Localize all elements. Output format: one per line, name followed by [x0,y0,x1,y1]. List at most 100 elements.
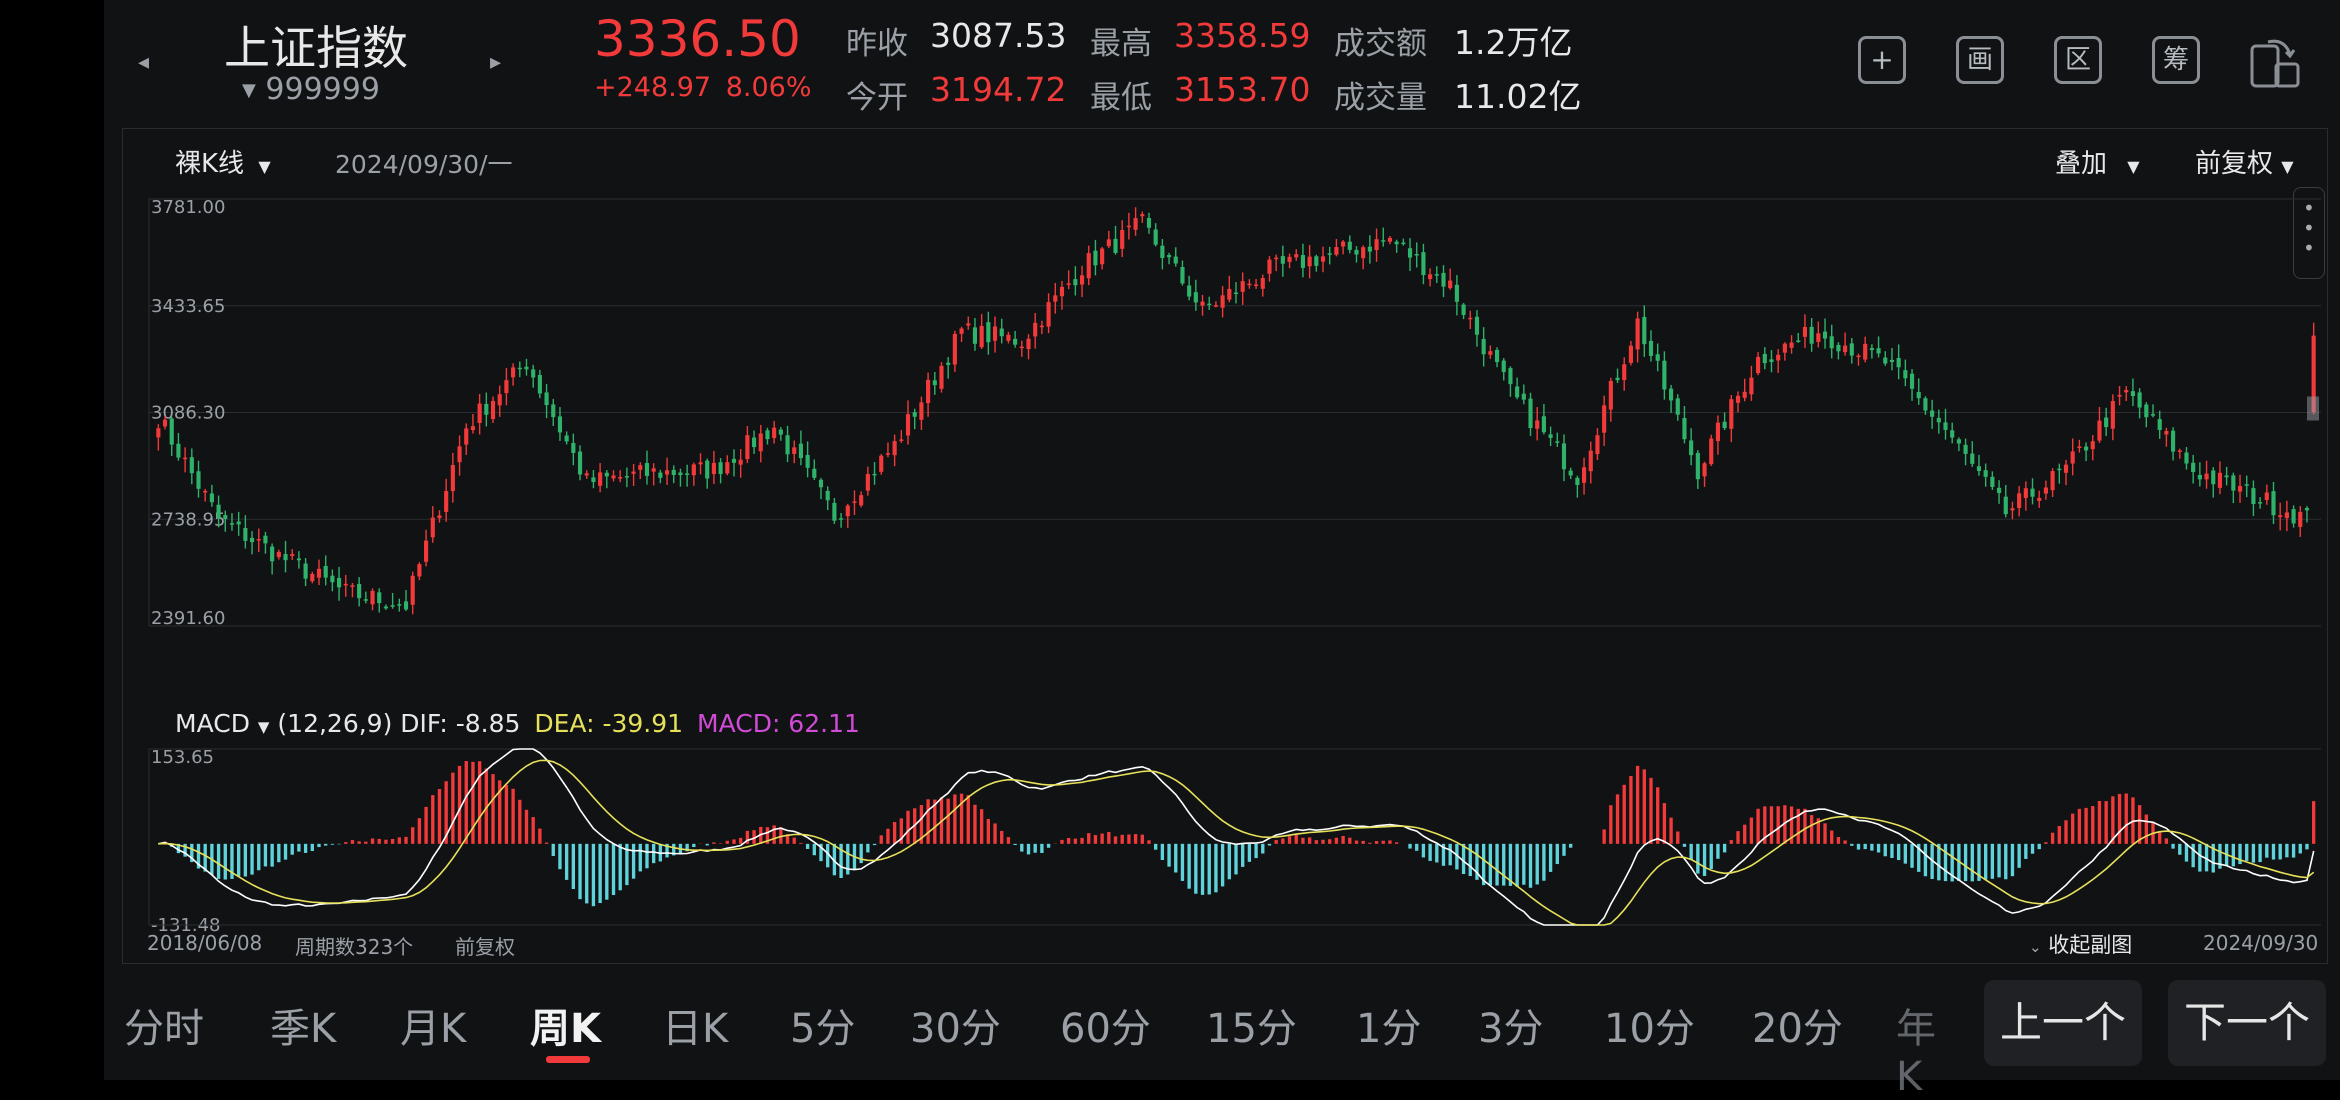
candle-body-268 [1950,430,1955,438]
candle-body-146 [1133,218,1138,230]
candle-body-90 [758,433,763,452]
tab-3[interactable]: 周K [530,996,601,1054]
candle-body-150 [1160,245,1165,258]
tab-9[interactable]: 1分 [1356,996,1421,1054]
candle-body-144 [1120,229,1125,249]
index-code[interactable]: ▼ 999999 [242,72,380,107]
candle-body-253 [1849,343,1854,356]
end-date: 2024/09/30 [2203,931,2319,955]
candle-body-277 [2010,508,2015,511]
prev-stock-button[interactable]: 上一个 [1984,980,2142,1066]
candle-body-175 [1327,253,1332,255]
candle-body-17 [270,546,275,562]
candle-body-279 [2023,488,2028,498]
candle-body-178 [1347,241,1352,250]
candle-body-228 [1682,417,1687,440]
dif-line [158,748,2315,926]
candle-body-95 [792,447,797,454]
tab-11[interactable]: 10分 [1604,996,1695,1054]
candle-body-299 [2157,419,2162,430]
candle-body-79 [685,473,690,475]
candle-body-270 [1963,444,1968,454]
tab-13[interactable]: 年K [1896,996,1956,1100]
candle-body-65 [591,477,596,483]
candle-body-32 [370,590,375,605]
candle-body-313 [2251,488,2256,505]
candle-body-139 [1086,253,1091,279]
candlestick-chart[interactable]: 3781.00 3433.65 3086.30 2738.95 2391.60 153.6… [123,129,2329,965]
candle-body-117 [939,365,944,389]
candle-body-292 [2110,401,2115,429]
candle-body-242 [1776,354,1781,361]
candle-body-289 [2090,441,2095,450]
candle-body-147 [1140,214,1145,217]
candle-body-102 [839,518,844,520]
tab-5[interactable]: 5分 [790,996,855,1054]
candle-body-2 [169,418,174,445]
rotate-screen-icon[interactable] [2246,34,2302,90]
candle-body-25 [323,565,328,578]
candle-body-51 [497,394,502,406]
candle-body-101 [832,502,837,521]
candle-body-16 [263,535,268,544]
prev-index-arrow-icon[interactable]: ◂ [138,50,149,75]
tab-0[interactable]: 分时 [124,996,204,1054]
candle-body-4 [183,457,188,460]
candle-body-60 [557,416,563,433]
candle-body-304 [2191,462,2196,473]
candle-body-297 [2144,404,2149,418]
candle-body-280 [2030,488,2035,497]
macd-legend: MACD ▼ (12,26,9) DIF: -8.85 DEA: -39.91 … [175,709,860,738]
candle-body-132 [1039,325,1044,328]
tab-6[interactable]: 30分 [910,996,1001,1054]
candle-body-302 [2177,450,2182,452]
prev-close-value: 3087.53 [930,16,1067,55]
next-index-arrow-icon[interactable]: ▸ [490,50,501,75]
candle-body-78 [678,472,683,476]
candle-body-185 [1394,241,1399,245]
tab-7[interactable]: 60分 [1060,996,1151,1054]
candle-body-303 [2184,452,2189,464]
candle-body-282 [2043,487,2048,494]
candle-body-74 [651,468,656,472]
candle-body-197 [1474,316,1480,335]
tab-8[interactable]: 15分 [1206,996,1297,1054]
candle-body-316 [2271,491,2276,516]
candle-body-7 [203,490,208,493]
candle-body-106 [865,474,870,491]
candle-body-181 [1367,246,1372,252]
candle-body-67 [604,472,609,477]
next-stock-button[interactable]: 下一个 [2168,980,2326,1066]
draw-icon[interactable]: 画 [1956,36,2004,84]
candle-body-129 [1019,346,1024,349]
candle-body-56 [531,369,536,378]
candle-body-9 [216,504,221,519]
tab-10[interactable]: 3分 [1478,996,1543,1054]
candle-body-291 [2104,417,2109,428]
index-name[interactable]: 上证指数 [224,12,408,78]
candle-body-245 [1796,340,1801,343]
add-icon[interactable]: + [1858,36,1906,84]
chips-icon[interactable]: 筹 [2152,36,2200,84]
candle-body-31 [363,599,368,601]
candle-body-281 [2037,497,2042,501]
candle-body-80 [691,464,696,476]
candle-body-133 [1046,302,1051,327]
candle-body-166 [1267,259,1272,274]
collapse-subchart-button[interactable]: ⌄ 收起副图 [2029,929,2132,959]
candle-body-124 [986,322,991,343]
tab-4[interactable]: 日K [662,996,728,1054]
tab-12[interactable]: 20分 [1752,996,1843,1054]
tab-2[interactable]: 月K [400,996,466,1054]
candle-body-230 [1695,452,1700,480]
candle-body-87 [738,459,743,465]
candle-body-151 [1166,255,1172,258]
candle-body-189 [1421,252,1426,276]
candle-body-254 [1856,355,1861,358]
range-icon[interactable]: 区 [2054,36,2102,84]
macd-indicator-label[interactable]: MACD [175,709,250,738]
candle-body-248 [1816,333,1821,342]
candle-body-203 [1515,386,1520,398]
tab-1[interactable]: 季K [270,996,336,1054]
candle-body-138 [1079,275,1085,285]
